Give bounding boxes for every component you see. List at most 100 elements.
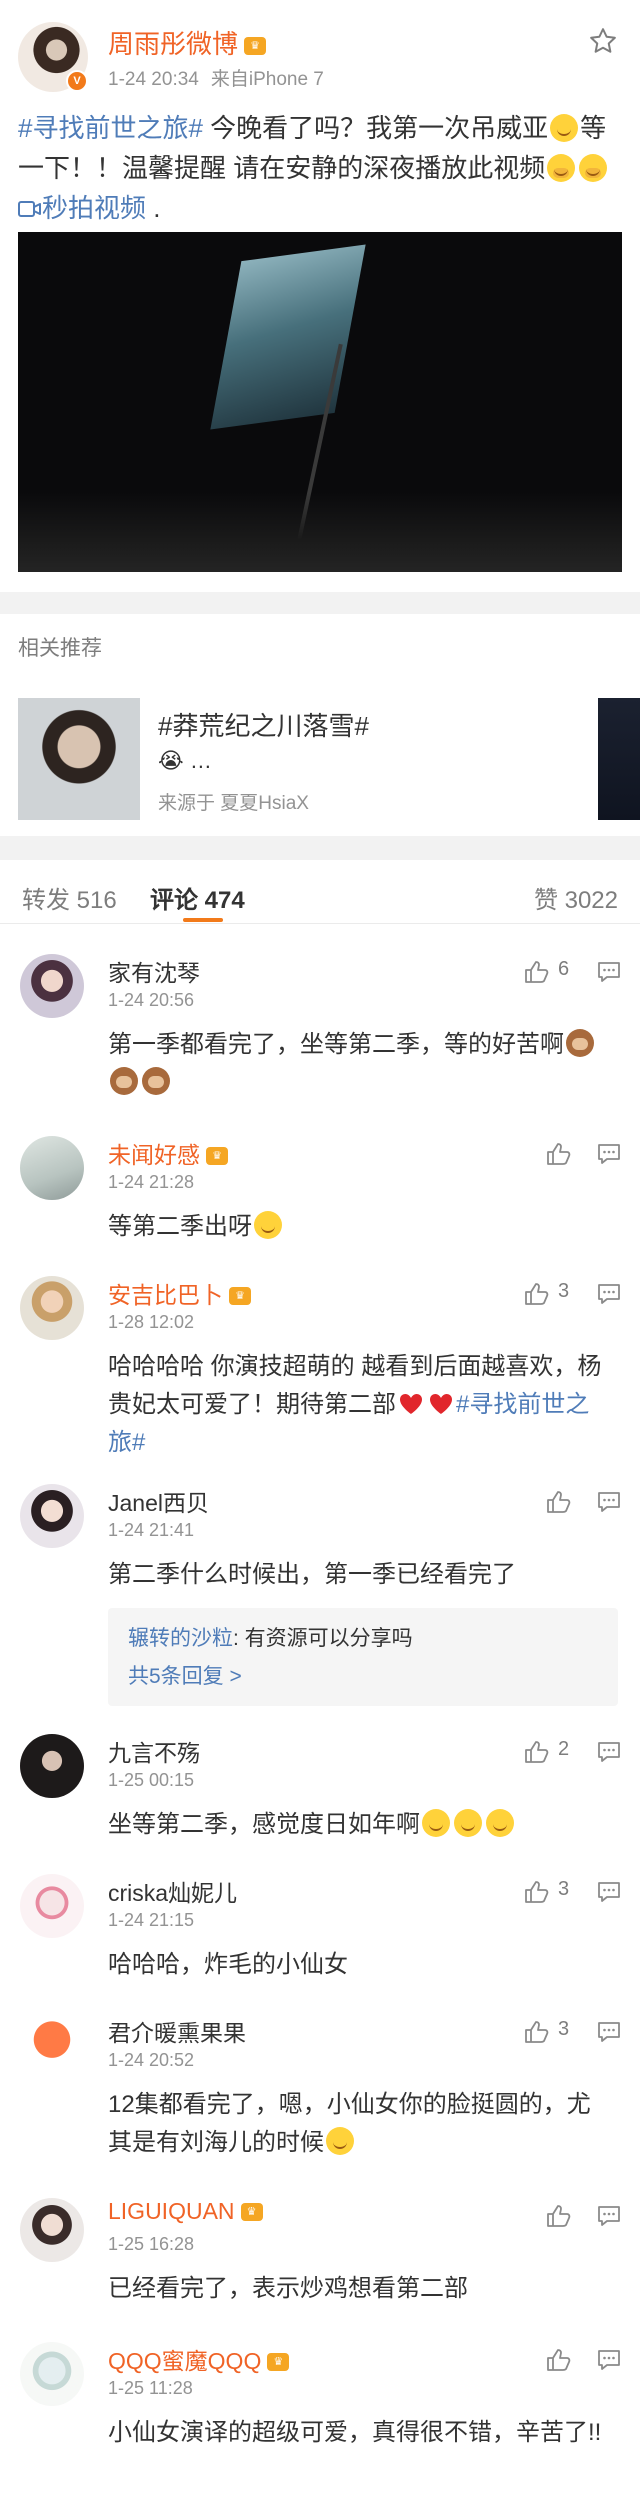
tab-repost[interactable]: 转发 516 [22,880,117,915]
related-topic[interactable]: #莽荒纪之川落雪# [158,706,369,743]
active-tab-indicator [183,918,223,922]
comment-item: QQQ蜜魔QQQ ♛ 1-25 11:28 小仙女演译的超级可爱，真得很不错，辛苦… [0,2342,640,2492]
related-card[interactable]: #莽荒纪之川落雪# 😭 … 来源于 夏夏HsiaX [18,698,588,820]
grin-emoji-icon [422,1809,450,1837]
monkey-emoji-icon [110,1067,138,1095]
video-icon [18,201,41,217]
post-text: #寻找前世之旅# 今晚看了吗？我第一次吊威亚 等一下！！温馨提醒 请在安静的深夜播… [18,108,622,228]
commenter-name[interactable]: criska灿妮儿 [108,1874,237,1908]
video-player[interactable] [18,232,622,572]
commenter-name-text[interactable]: 安吉比巴卜 [108,1282,223,1308]
thumb-up-icon[interactable] [524,1282,550,1306]
commenter-avatar[interactable] [20,2198,84,2262]
reply-icon[interactable] [596,1880,622,1904]
video-link-label[interactable]: 秒拍视频 [42,193,146,223]
thumb-up-icon[interactable] [524,960,550,984]
commenter-avatar[interactable] [20,1484,84,1548]
comment-time: 1-24 20:52 [108,2050,195,2070]
thumb-up-icon[interactable] [546,2204,572,2228]
related-title: 相关推荐 [18,637,102,660]
cover-mouth-emoji-icon [579,154,608,182]
commenter-name[interactable]: 九言不殇 [108,1734,200,1768]
like-count: 3 [558,2018,570,2040]
comment-item: Janel西贝 1-24 21:41 第二季什么时候出，第一季已经看完了 辗转的… [0,1484,640,1724]
commenter-name[interactable]: 君介暖熏果果 [108,2014,246,2048]
commenter-avatar[interactable] [20,2014,84,2078]
like-count: 3 [558,1280,570,1302]
commenter-name[interactable]: Janel西贝 [108,1484,209,1518]
comment-text: 12集都看完了，嗯，小仙女你的脸挺圆的，尤其是有刘海儿的时候 [108,2086,608,2162]
vip-crown-icon: ♛ [206,1147,228,1165]
thumb-up-icon[interactable] [546,2348,572,2372]
post-hashtag[interactable]: #寻找前世之旅# [18,113,203,143]
related-source: 来源于 夏夏HsiaX [158,793,309,814]
smile-emoji-icon [550,114,579,142]
commenter-name-text[interactable]: LIGUIQUAN [108,2198,235,2224]
commenter-avatar[interactable] [20,1276,84,1340]
comment-text: 小仙女演译的超级可爱，真得很不错，辛苦了!! [108,2419,602,2446]
thumb-up-icon[interactable] [546,1490,572,1514]
comment-time: 1-24 20:56 [108,990,195,1010]
vip-crown-icon: ♛ [240,2203,263,2221]
commenter-avatar[interactable] [20,954,84,1018]
commenter-name[interactable]: 安吉比巴卜 ♛ [108,1276,251,1310]
video-link[interactable]: 秒拍视频 [18,193,153,223]
cover-mouth-emoji-icon [547,154,576,182]
comment-body: 等第二季出呀 [108,1213,252,1240]
comment-time: 1-24 21:28 [108,1172,195,1192]
commenter-name-text[interactable]: QQQ蜜魔QQQ [108,2348,261,2374]
comment-item: 未闻好感 ♛ 1-24 21:28 等第二季出呀 [0,1136,640,1246]
like-count: 2 [558,1738,570,1760]
commenter-name-text[interactable]: 未闻好感 [108,1142,200,1168]
thumb-up-icon[interactable] [524,2020,550,2044]
commenter-avatar[interactable] [20,2342,84,2406]
reply-user[interactable]: 辗转的沙粒 [128,1627,233,1650]
thumb-up-icon[interactable] [546,1142,572,1166]
commenter-name[interactable]: 未闻好感 ♛ [108,1136,228,1170]
post-text-part-1: 今晚看了吗？我第一次吊威亚 [202,113,549,143]
commenter-avatar[interactable] [20,1734,84,1798]
verified-badge-icon: V [66,70,88,92]
like-count: 3 [558,1878,570,1900]
reply-icon[interactable] [596,1282,622,1306]
view-more-replies[interactable]: 共5条回复 > [128,1660,242,1690]
commenter-avatar[interactable] [20,1136,84,1200]
like-count: 6 [558,958,570,980]
reply-icon[interactable] [596,1142,622,1166]
reply-icon[interactable] [596,960,622,984]
commenter-name[interactable]: QQQ蜜魔QQQ ♛ [108,2342,290,2376]
post-meta: 1-24 20:34 来自iPhone 7 [108,64,324,91]
commenter-name[interactable]: LIGUIQUAN ♛ [108,2198,263,2225]
vip-crown-icon: ♛ [244,37,267,55]
commenter-name[interactable]: 家有沈琴 [108,954,200,988]
thumb-up-icon[interactable] [524,1740,550,1764]
related-next-card[interactable] [598,698,640,820]
thumb-up-icon[interactable] [524,1880,550,1904]
author-name-text[interactable]: 周雨彤微博 [108,29,238,59]
reply-icon[interactable] [596,1740,622,1764]
post-source: 来自iPhone 7 [210,69,324,90]
tab-like[interactable]: 赞 3022 [534,880,618,915]
grin-emoji-icon [486,1809,514,1837]
comment-item: criska灿妮儿 1-24 21:15 3 哈哈哈，炸毛的小仙女 [0,1874,640,1994]
reply-preview[interactable]: 辗转的沙粒: 有资源可以分享吗 共5条回复 > [108,1608,618,1706]
tab-comment[interactable]: 评论 474 [150,880,245,915]
smile-emoji-icon [326,2127,354,2155]
comment-text: 哈哈哈，炸毛的小仙女 [108,1951,348,1978]
author-name[interactable]: 周雨彤微博 ♛ [108,24,267,61]
reply-icon[interactable] [596,2348,622,2372]
related-thumbnail[interactable] [18,698,140,820]
comment-item: 九言不殇 1-25 00:15 2 坐等第二季，感觉度日如年啊 [0,1734,640,1854]
star-icon[interactable] [588,26,618,56]
comment-text: 坐等第二季，感觉度日如年啊 [108,1806,608,1844]
comment-text: 第二季什么时候出，第一季已经看完了 [108,1561,516,1588]
heart-emoji-icon [400,1394,422,1414]
reply-text: : 有资源可以分享吗 [233,1627,413,1650]
reply-icon[interactable] [596,1490,622,1514]
reply-icon[interactable] [596,2020,622,2044]
commenter-avatar[interactable] [20,1874,84,1938]
comment-text: 已经看完了，表示炒鸡想看第二部 [108,2275,468,2302]
comment-time: 1-24 21:15 [108,1910,195,1930]
reply-icon[interactable] [596,2204,622,2228]
comment-text: 哈哈哈哈 你演技超萌的 越看到后面越喜欢，杨贵妃太可爱了！期待第二部 #寻找前世之… [108,1348,608,1462]
